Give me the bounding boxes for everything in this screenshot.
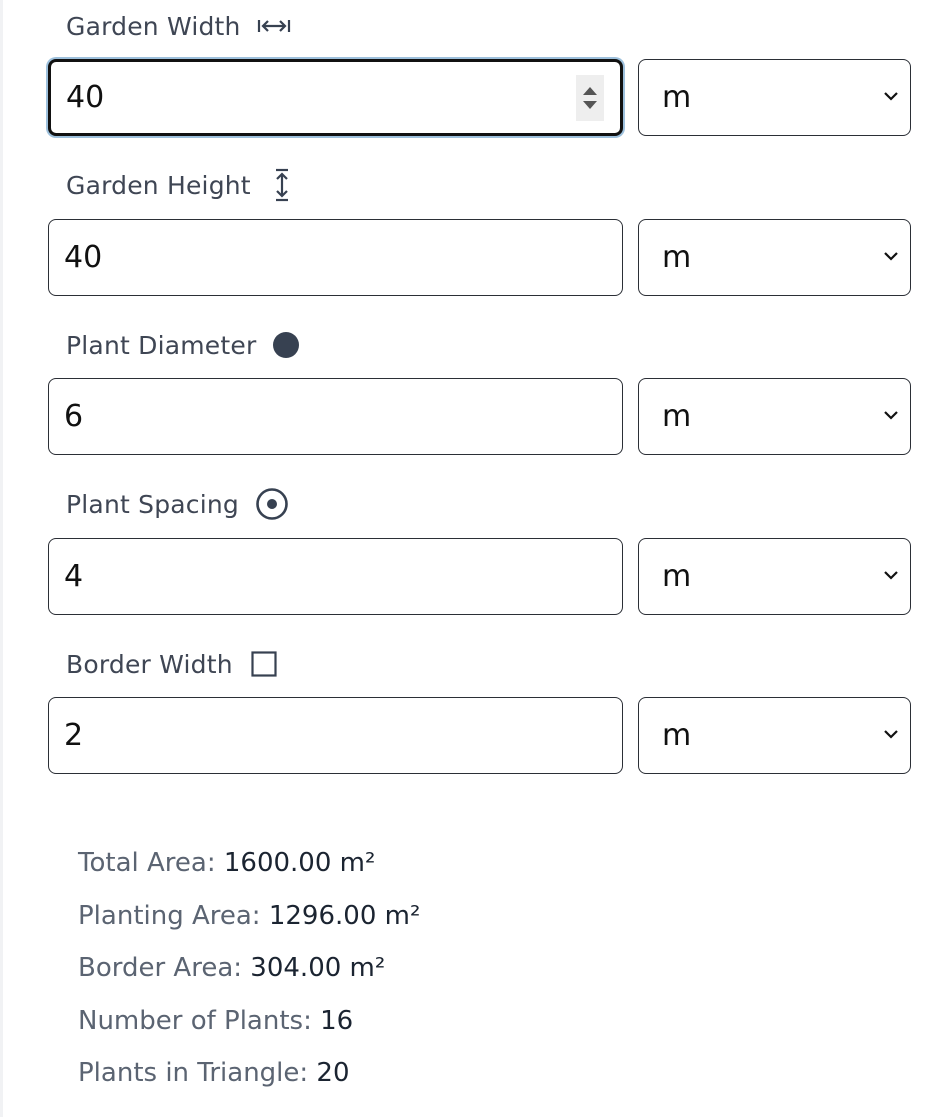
garden-height-unit: m: [662, 240, 692, 275]
chevron-down-icon: [884, 252, 898, 261]
result-label: Total Area:: [78, 848, 216, 878]
chevron-down-icon: [884, 730, 898, 739]
garden-width-label: Garden Width: [66, 11, 241, 41]
garden-height-label: Garden Height: [66, 170, 251, 200]
result-value: 304.00 m²: [250, 953, 386, 983]
garden-height-input[interactable]: 40: [48, 219, 623, 296]
result-label: Number of Plants:: [78, 1006, 312, 1036]
filled-circle-icon: [272, 331, 300, 359]
result-total-area: Total Area: 1600.00 m²: [78, 848, 375, 878]
plant-diameter-unit: m: [662, 399, 692, 434]
chevron-down-icon: [884, 571, 898, 580]
plant-spacing-label-row: Plant Spacing: [66, 487, 289, 521]
square-outline-icon: [251, 651, 277, 677]
plant-diameter-input[interactable]: 6: [48, 378, 623, 455]
target-icon: [255, 487, 289, 521]
plant-spacing-label: Plant Spacing: [66, 489, 239, 519]
chevron-down-icon: [884, 92, 898, 101]
result-border-area: Border Area: 304.00 m²: [78, 953, 385, 983]
plant-spacing-input[interactable]: 4: [48, 538, 623, 615]
result-value: 1296.00 m²: [268, 901, 421, 931]
garden-width-unit-select[interactable]: m: [638, 59, 911, 136]
garden-height-value: 40: [64, 240, 103, 275]
border-width-unit-select[interactable]: m: [638, 697, 911, 774]
garden-width-value: 40: [66, 80, 105, 115]
arrows-vertical-icon: [273, 168, 291, 202]
garden-width-unit: m: [662, 80, 692, 115]
border-width-input[interactable]: 2: [48, 697, 623, 774]
result-value: 20: [316, 1058, 350, 1088]
plant-spacing-unit: m: [662, 559, 692, 594]
border-width-label-row: Border Width: [66, 649, 277, 679]
plant-diameter-unit-select[interactable]: m: [638, 378, 911, 455]
spinner-up-icon[interactable]: [583, 87, 597, 95]
result-value: 16: [320, 1006, 354, 1036]
result-planting-area: Planting Area: 1296.00 m²: [78, 901, 420, 931]
result-plants-in-triangle: Plants in Triangle: 20: [78, 1058, 350, 1088]
plant-diameter-label: Plant Diameter: [66, 330, 257, 360]
garden-height-label-row: Garden Height: [66, 168, 291, 202]
garden-calculator-panel: Garden Width 40 m Garden Height 40 m Pla…: [0, 0, 950, 1117]
plant-diameter-value: 6: [64, 399, 84, 434]
plant-spacing-value: 4: [64, 559, 84, 594]
result-label: Planting Area:: [78, 901, 261, 931]
result-number-of-plants: Number of Plants: 16: [78, 1006, 353, 1036]
border-width-label: Border Width: [66, 649, 233, 679]
number-spinner[interactable]: [576, 75, 604, 121]
result-value: 1600.00 m²: [223, 848, 376, 878]
garden-height-unit-select[interactable]: m: [638, 219, 911, 296]
garden-width-label-row: Garden Width: [66, 11, 291, 41]
garden-width-input[interactable]: 40: [48, 59, 623, 136]
result-label: Plants in Triangle:: [78, 1058, 309, 1088]
plant-spacing-unit-select[interactable]: m: [638, 538, 911, 615]
border-width-value: 2: [64, 718, 84, 753]
chevron-down-icon: [884, 411, 898, 420]
border-width-unit: m: [662, 718, 692, 753]
arrows-horizontal-icon: [257, 17, 291, 35]
result-label: Border Area:: [78, 953, 243, 983]
plant-diameter-label-row: Plant Diameter: [66, 330, 300, 360]
spinner-down-icon[interactable]: [583, 101, 597, 109]
